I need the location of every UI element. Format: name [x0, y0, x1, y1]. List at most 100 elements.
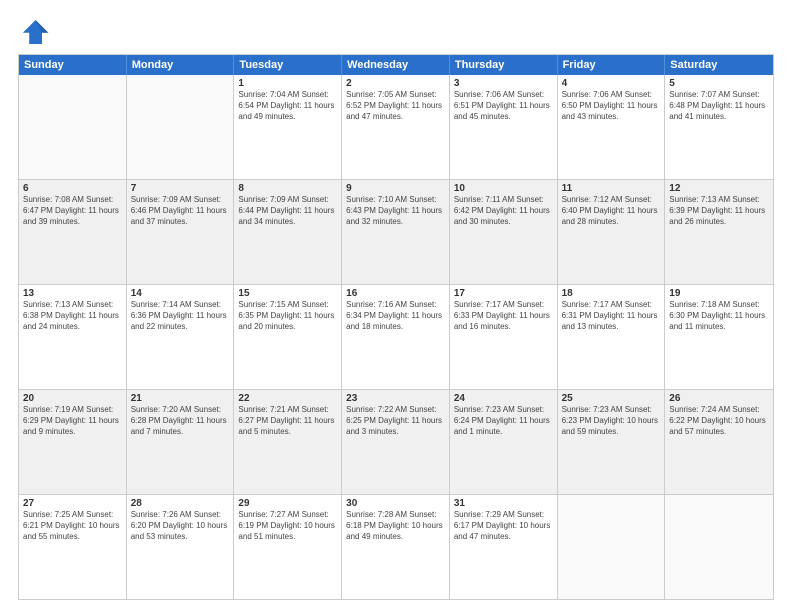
day-info: Sunrise: 7:13 AM Sunset: 6:39 PM Dayligh…	[669, 195, 769, 227]
empty-cell	[665, 495, 773, 599]
day-info: Sunrise: 7:18 AM Sunset: 6:30 PM Dayligh…	[669, 300, 769, 332]
day-number: 27	[23, 498, 122, 509]
day-info: Sunrise: 7:09 AM Sunset: 6:46 PM Dayligh…	[131, 195, 230, 227]
day-info: Sunrise: 7:04 AM Sunset: 6:54 PM Dayligh…	[238, 90, 337, 122]
day-info: Sunrise: 7:26 AM Sunset: 6:20 PM Dayligh…	[131, 510, 230, 542]
day-info: Sunrise: 7:15 AM Sunset: 6:35 PM Dayligh…	[238, 300, 337, 332]
day-cell-8: 8Sunrise: 7:09 AM Sunset: 6:44 PM Daylig…	[234, 180, 342, 284]
day-cell-10: 10Sunrise: 7:11 AM Sunset: 6:42 PM Dayli…	[450, 180, 558, 284]
day-number: 7	[131, 183, 230, 194]
day-info: Sunrise: 7:17 AM Sunset: 6:31 PM Dayligh…	[562, 300, 661, 332]
day-number: 29	[238, 498, 337, 509]
day-info: Sunrise: 7:16 AM Sunset: 6:34 PM Dayligh…	[346, 300, 445, 332]
day-number: 28	[131, 498, 230, 509]
day-info: Sunrise: 7:08 AM Sunset: 6:47 PM Dayligh…	[23, 195, 122, 227]
day-number: 15	[238, 288, 337, 299]
day-number: 11	[562, 183, 661, 194]
day-info: Sunrise: 7:28 AM Sunset: 6:18 PM Dayligh…	[346, 510, 445, 542]
day-cell-31: 31Sunrise: 7:29 AM Sunset: 6:17 PM Dayli…	[450, 495, 558, 599]
calendar-row: 20Sunrise: 7:19 AM Sunset: 6:29 PM Dayli…	[19, 390, 773, 495]
day-cell-11: 11Sunrise: 7:12 AM Sunset: 6:40 PM Dayli…	[558, 180, 666, 284]
day-number: 1	[238, 78, 337, 89]
day-info: Sunrise: 7:19 AM Sunset: 6:29 PM Dayligh…	[23, 405, 122, 437]
day-number: 8	[238, 183, 337, 194]
day-cell-25: 25Sunrise: 7:23 AM Sunset: 6:23 PM Dayli…	[558, 390, 666, 494]
day-info: Sunrise: 7:07 AM Sunset: 6:48 PM Dayligh…	[669, 90, 769, 122]
logo	[18, 18, 54, 46]
day-info: Sunrise: 7:24 AM Sunset: 6:22 PM Dayligh…	[669, 405, 769, 437]
day-number: 20	[23, 393, 122, 404]
day-number: 12	[669, 183, 769, 194]
day-number: 4	[562, 78, 661, 89]
day-info: Sunrise: 7:25 AM Sunset: 6:21 PM Dayligh…	[23, 510, 122, 542]
header-day-saturday: Saturday	[665, 55, 773, 75]
day-info: Sunrise: 7:05 AM Sunset: 6:52 PM Dayligh…	[346, 90, 445, 122]
day-info: Sunrise: 7:09 AM Sunset: 6:44 PM Dayligh…	[238, 195, 337, 227]
day-info: Sunrise: 7:17 AM Sunset: 6:33 PM Dayligh…	[454, 300, 553, 332]
header-day-wednesday: Wednesday	[342, 55, 450, 75]
day-cell-9: 9Sunrise: 7:10 AM Sunset: 6:43 PM Daylig…	[342, 180, 450, 284]
day-cell-7: 7Sunrise: 7:09 AM Sunset: 6:46 PM Daylig…	[127, 180, 235, 284]
day-number: 16	[346, 288, 445, 299]
header-day-sunday: Sunday	[19, 55, 127, 75]
day-cell-20: 20Sunrise: 7:19 AM Sunset: 6:29 PM Dayli…	[19, 390, 127, 494]
header-day-tuesday: Tuesday	[234, 55, 342, 75]
day-info: Sunrise: 7:06 AM Sunset: 6:51 PM Dayligh…	[454, 90, 553, 122]
day-number: 23	[346, 393, 445, 404]
day-number: 22	[238, 393, 337, 404]
day-number: 3	[454, 78, 553, 89]
day-cell-27: 27Sunrise: 7:25 AM Sunset: 6:21 PM Dayli…	[19, 495, 127, 599]
day-cell-5: 5Sunrise: 7:07 AM Sunset: 6:48 PM Daylig…	[665, 75, 773, 179]
day-info: Sunrise: 7:23 AM Sunset: 6:24 PM Dayligh…	[454, 405, 553, 437]
day-cell-24: 24Sunrise: 7:23 AM Sunset: 6:24 PM Dayli…	[450, 390, 558, 494]
day-cell-22: 22Sunrise: 7:21 AM Sunset: 6:27 PM Dayli…	[234, 390, 342, 494]
empty-cell	[127, 75, 235, 179]
day-cell-23: 23Sunrise: 7:22 AM Sunset: 6:25 PM Dayli…	[342, 390, 450, 494]
day-cell-19: 19Sunrise: 7:18 AM Sunset: 6:30 PM Dayli…	[665, 285, 773, 389]
day-number: 17	[454, 288, 553, 299]
day-number: 31	[454, 498, 553, 509]
logo-icon	[18, 18, 50, 46]
day-number: 18	[562, 288, 661, 299]
header-day-friday: Friday	[558, 55, 666, 75]
day-number: 24	[454, 393, 553, 404]
day-number: 19	[669, 288, 769, 299]
day-cell-1: 1Sunrise: 7:04 AM Sunset: 6:54 PM Daylig…	[234, 75, 342, 179]
day-cell-13: 13Sunrise: 7:13 AM Sunset: 6:38 PM Dayli…	[19, 285, 127, 389]
day-cell-26: 26Sunrise: 7:24 AM Sunset: 6:22 PM Dayli…	[665, 390, 773, 494]
calendar-row: 13Sunrise: 7:13 AM Sunset: 6:38 PM Dayli…	[19, 285, 773, 390]
calendar-row: 27Sunrise: 7:25 AM Sunset: 6:21 PM Dayli…	[19, 495, 773, 599]
page: SundayMondayTuesdayWednesdayThursdayFrid…	[0, 0, 792, 612]
day-info: Sunrise: 7:14 AM Sunset: 6:36 PM Dayligh…	[131, 300, 230, 332]
day-number: 26	[669, 393, 769, 404]
calendar-body: 1Sunrise: 7:04 AM Sunset: 6:54 PM Daylig…	[19, 75, 773, 599]
day-number: 6	[23, 183, 122, 194]
day-info: Sunrise: 7:10 AM Sunset: 6:43 PM Dayligh…	[346, 195, 445, 227]
day-number: 25	[562, 393, 661, 404]
day-number: 10	[454, 183, 553, 194]
day-cell-17: 17Sunrise: 7:17 AM Sunset: 6:33 PM Dayli…	[450, 285, 558, 389]
day-cell-29: 29Sunrise: 7:27 AM Sunset: 6:19 PM Dayli…	[234, 495, 342, 599]
empty-cell	[19, 75, 127, 179]
day-cell-3: 3Sunrise: 7:06 AM Sunset: 6:51 PM Daylig…	[450, 75, 558, 179]
day-cell-16: 16Sunrise: 7:16 AM Sunset: 6:34 PM Dayli…	[342, 285, 450, 389]
day-cell-28: 28Sunrise: 7:26 AM Sunset: 6:20 PM Dayli…	[127, 495, 235, 599]
day-cell-6: 6Sunrise: 7:08 AM Sunset: 6:47 PM Daylig…	[19, 180, 127, 284]
day-info: Sunrise: 7:21 AM Sunset: 6:27 PM Dayligh…	[238, 405, 337, 437]
day-info: Sunrise: 7:12 AM Sunset: 6:40 PM Dayligh…	[562, 195, 661, 227]
calendar-row: 6Sunrise: 7:08 AM Sunset: 6:47 PM Daylig…	[19, 180, 773, 285]
empty-cell	[558, 495, 666, 599]
day-number: 2	[346, 78, 445, 89]
calendar: SundayMondayTuesdayWednesdayThursdayFrid…	[18, 54, 774, 600]
day-number: 5	[669, 78, 769, 89]
day-cell-18: 18Sunrise: 7:17 AM Sunset: 6:31 PM Dayli…	[558, 285, 666, 389]
day-number: 21	[131, 393, 230, 404]
day-number: 9	[346, 183, 445, 194]
day-number: 13	[23, 288, 122, 299]
calendar-header: SundayMondayTuesdayWednesdayThursdayFrid…	[19, 55, 773, 75]
day-cell-2: 2Sunrise: 7:05 AM Sunset: 6:52 PM Daylig…	[342, 75, 450, 179]
day-info: Sunrise: 7:22 AM Sunset: 6:25 PM Dayligh…	[346, 405, 445, 437]
header-day-thursday: Thursday	[450, 55, 558, 75]
day-info: Sunrise: 7:06 AM Sunset: 6:50 PM Dayligh…	[562, 90, 661, 122]
day-cell-4: 4Sunrise: 7:06 AM Sunset: 6:50 PM Daylig…	[558, 75, 666, 179]
